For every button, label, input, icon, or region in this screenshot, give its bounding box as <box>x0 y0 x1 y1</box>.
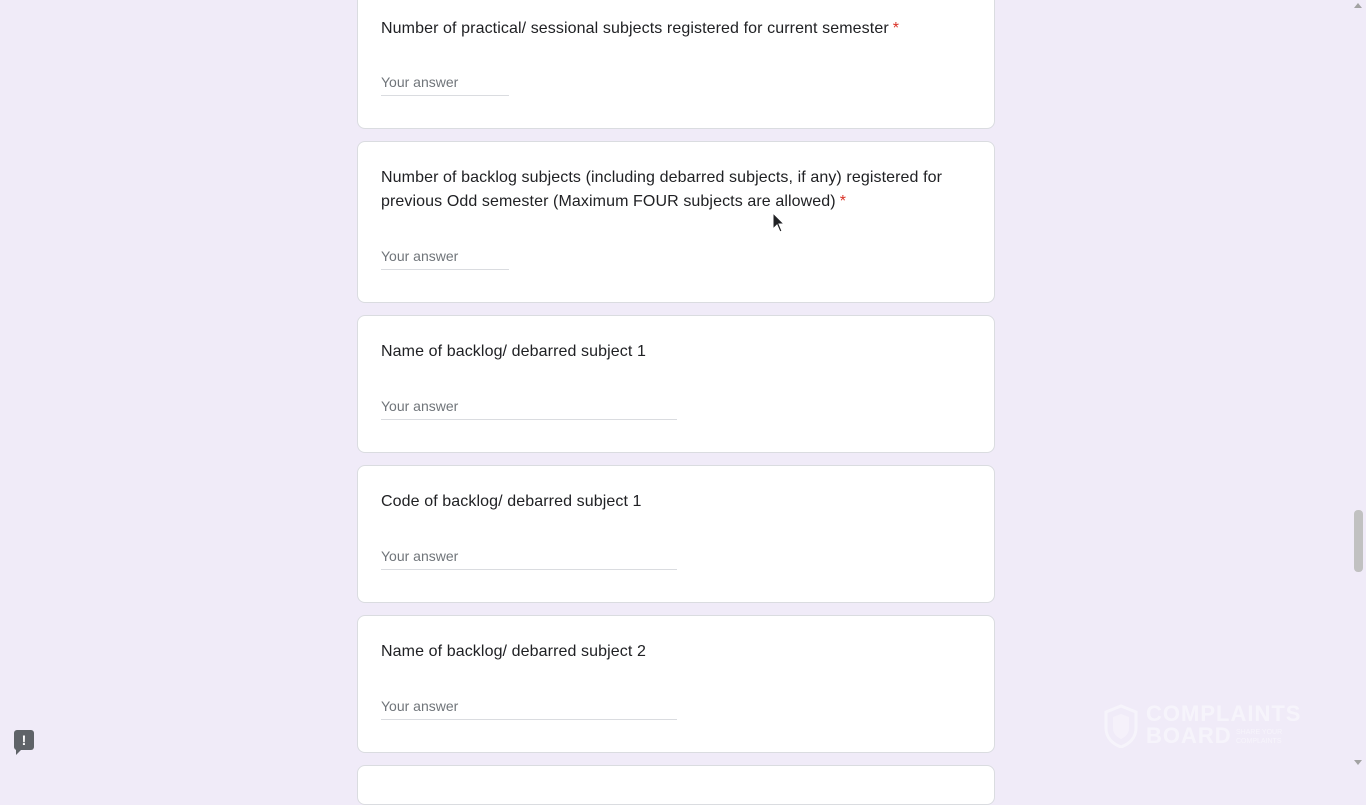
question-text: Name of backlog/ debarred subject 1 <box>381 343 646 360</box>
answer-input[interactable] <box>381 693 677 720</box>
question-card-backlog-count: Number of backlog subjects (including de… <box>357 141 995 303</box>
question-text: Code of backlog/ debarred subject 1 <box>381 493 642 510</box>
answer-input[interactable] <box>381 243 509 270</box>
required-asterisk: * <box>839 193 847 210</box>
scroll-up-arrow-icon[interactable] <box>1354 3 1362 8</box>
question-text: Name of backlog/ debarred subject 2 <box>381 643 646 660</box>
question-card-backlog-code-1: Code of backlog/ debarred subject 1 <box>357 465 995 603</box>
question-text: Number of practical/ sessional subjects … <box>381 20 889 37</box>
question-title: Name of backlog/ debarred subject 2 <box>381 640 956 664</box>
question-text: Number of backlog subjects (including de… <box>381 169 943 210</box>
scrollbar-thumb[interactable] <box>1354 510 1363 572</box>
watermark-tagline: SHARE YOUR COMPLAINTS <box>1236 729 1283 745</box>
question-card-practical-subjects: Number of practical/ sessional subjects … <box>357 0 995 129</box>
report-icon[interactable]: ! <box>14 730 34 755</box>
question-title: Number of backlog subjects (including de… <box>381 166 956 214</box>
required-asterisk: * <box>892 20 900 37</box>
watermark-logo: COMPLAINTS BOARD SHARE YOUR COMPLAINTS <box>1104 702 1319 750</box>
answer-input[interactable] <box>381 393 677 420</box>
shield-icon <box>1104 704 1138 748</box>
question-title: Name of backlog/ debarred subject 1 <box>381 340 956 364</box>
question-card-next <box>357 765 995 805</box>
answer-input[interactable] <box>381 69 509 96</box>
question-title: Number of practical/ sessional subjects … <box>381 17 956 41</box>
scroll-down-arrow-icon[interactable] <box>1354 760 1362 765</box>
question-title: Code of backlog/ debarred subject 1 <box>381 490 956 514</box>
watermark-text-line2: BOARD <box>1146 723 1232 748</box>
scrollbar[interactable] <box>1351 0 1366 768</box>
answer-input[interactable] <box>381 543 677 570</box>
question-card-backlog-name-1: Name of backlog/ debarred subject 1 <box>357 315 995 453</box>
mouse-cursor-icon <box>772 212 786 233</box>
question-card-backlog-name-2: Name of backlog/ debarred subject 2 <box>357 615 995 753</box>
